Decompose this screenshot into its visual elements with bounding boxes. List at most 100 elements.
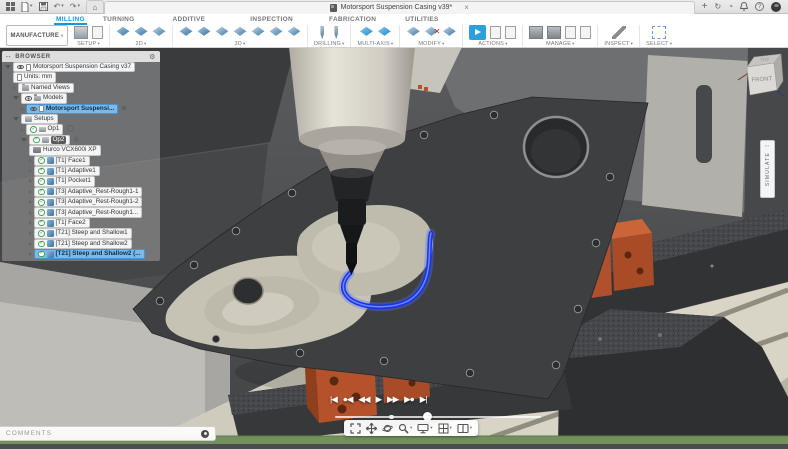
browser-row-motorsport-suspensi[interactable]: Motorsport Suspensi... ⊗ xyxy=(2,103,160,114)
tool-library-icon[interactable] xyxy=(529,26,544,39)
2d-pocket-icon[interactable] xyxy=(134,26,148,36)
group-label-3d[interactable]: 3D ▾ xyxy=(235,41,246,47)
tri-open-icon[interactable] xyxy=(13,96,19,101)
view-cube[interactable]: FRONT TOP xyxy=(736,50,786,109)
check-icon[interactable] xyxy=(38,230,45,237)
group-label-setup[interactable]: SETUP ▾ xyxy=(77,41,100,47)
redo-icon[interactable]: ↷ ▾ xyxy=(70,2,80,11)
file-menu-icon[interactable]: ▾ xyxy=(21,1,33,12)
browser-row-t21-steep-and-shallow2[interactable]: [T21] Steep and Shallow2 xyxy=(2,238,160,250)
linking-icon[interactable] xyxy=(442,26,456,36)
simulate-panel-collapsed[interactable]: ▪▪ SIMULATE xyxy=(760,140,775,198)
check-icon[interactable] xyxy=(38,209,45,216)
tab-milling[interactable]: MILLING xyxy=(54,14,87,25)
viewcube-top-label[interactable]: TOP xyxy=(760,57,770,63)
simulate-icon[interactable] xyxy=(469,25,487,40)
step-back-button[interactable]: ◀◀ xyxy=(358,395,370,404)
workspace-selector[interactable]: MANUFACTURE ▾ xyxy=(6,25,68,46)
user-avatar[interactable] xyxy=(771,1,781,12)
scallop-icon[interactable] xyxy=(251,26,265,36)
browser-row-op2[interactable]: Op2 ◎ xyxy=(2,134,160,146)
new-document-tab-icon[interactable]: + xyxy=(702,1,708,12)
nc-program-icon[interactable] xyxy=(92,26,103,39)
check-icon[interactable] xyxy=(38,167,45,175)
tab-utilities[interactable]: UTILITIES xyxy=(403,14,440,25)
group-label-inspect[interactable]: INSPECT ▾ xyxy=(604,41,633,47)
play-button[interactable]: ▶ xyxy=(376,395,382,404)
viewports-icon[interactable]: ▾ xyxy=(457,423,472,434)
browser-row-t1-adaptive1[interactable]: [T1] Adaptive1 xyxy=(2,165,160,177)
data-panel-icon[interactable] xyxy=(6,2,15,11)
measure-icon[interactable] xyxy=(611,26,626,39)
drill-icon[interactable] xyxy=(320,26,325,39)
browser-row-models[interactable]: Models xyxy=(2,93,160,104)
notifications-bell-icon[interactable] xyxy=(740,2,748,11)
adaptive-clearing-icon[interactable] xyxy=(179,26,193,36)
check-icon[interactable] xyxy=(38,157,45,164)
arrow-icon[interactable] xyxy=(29,221,32,226)
multi-axis-contour-icon[interactable] xyxy=(377,26,391,36)
browser-row-t1-face1[interactable]: [T1] Face1 xyxy=(2,155,160,166)
browser-row-t3-adaptive-rest-rough1-1[interactable]: [T3] Adaptive_Rest-Rough1-1 xyxy=(2,186,160,198)
comments-bar[interactable]: COMMENTS xyxy=(0,426,216,441)
spiral-icon[interactable] xyxy=(269,26,283,36)
browser-row-t3-adaptive-rest-rough1-2[interactable]: [T3] Adaptive_Rest-Rough1-2 xyxy=(2,197,160,208)
check-icon[interactable] xyxy=(38,219,45,227)
tab-inspection[interactable]: INSPECTION xyxy=(248,14,295,25)
comment-bubble-icon[interactable] xyxy=(201,429,209,438)
arrow-icon[interactable] xyxy=(21,127,24,132)
check-icon[interactable] xyxy=(38,240,45,248)
browser-row-setups[interactable]: Setups xyxy=(2,113,160,125)
circular-icon[interactable] xyxy=(334,26,339,39)
eye-icon[interactable] xyxy=(17,64,24,70)
post-process-icon[interactable] xyxy=(490,26,502,39)
machine-library-icon[interactable] xyxy=(547,26,562,39)
arrow-icon[interactable] xyxy=(29,158,32,163)
browser-dock-icon[interactable]: ▪▪ xyxy=(6,54,11,59)
previous-operation-button[interactable]: ●◀ xyxy=(343,395,354,404)
fit-icon[interactable] xyxy=(350,422,361,434)
browser-row-trailing-icon[interactable]: ◯ xyxy=(66,126,73,133)
home-tab[interactable]: ⌂ xyxy=(85,0,104,13)
simulate-panel-handle[interactable]: ▪▪ xyxy=(765,144,770,148)
orbit-icon[interactable] xyxy=(382,423,393,434)
generate-toolpath-icon[interactable] xyxy=(565,26,577,39)
window-select-icon[interactable] xyxy=(652,26,667,39)
job-status-icon[interactable]: ◔ xyxy=(728,2,733,11)
undo-icon[interactable]: ↶ ▾ xyxy=(54,2,64,11)
group-label-actions[interactable]: ACTIONS ▾ xyxy=(478,41,507,47)
eye-icon[interactable] xyxy=(25,96,32,101)
arrow-icon[interactable] xyxy=(29,200,32,205)
eye-icon[interactable] xyxy=(30,106,37,111)
arrow-icon[interactable] xyxy=(21,106,24,111)
zoom-icon[interactable]: ▾ xyxy=(398,423,412,434)
clear-toolpath-icon[interactable] xyxy=(580,26,592,39)
tri-open-icon[interactable] xyxy=(13,117,19,122)
sync-status-icon[interactable]: ↻ xyxy=(714,2,721,11)
help-icon[interactable]: ? xyxy=(755,2,764,11)
delete-passes-icon[interactable] xyxy=(424,26,441,39)
horizontal-icon[interactable] xyxy=(215,26,229,36)
morphed-spiral-icon[interactable] xyxy=(287,26,301,36)
setup-sheet-icon[interactable] xyxy=(505,26,517,39)
browser-row-named-views[interactable]: Named Views xyxy=(2,82,160,94)
arrow-icon[interactable] xyxy=(29,241,32,246)
2d-contour-icon[interactable] xyxy=(152,26,166,36)
arrow-icon[interactable] xyxy=(29,189,32,194)
close-document-icon[interactable]: × xyxy=(464,3,469,12)
arrow-icon[interactable] xyxy=(29,169,32,174)
check-icon[interactable] xyxy=(38,251,45,258)
browser-row-motorsport-suspension-casing-v[interactable]: Motorsport Suspension Casing v37 xyxy=(2,62,160,73)
browser-row-hurco-vcx600i-xp[interactable]: Hurco VCX600i XP xyxy=(2,145,160,156)
browser-row-t21-steep-and-shallow2[interactable]: [T21] Steep and Shallow2 (... xyxy=(2,249,160,260)
step-forward-button[interactable]: ▶▶ xyxy=(387,395,399,404)
browser-row-t21-steep-and-shallow1[interactable]: [T21] Steep and Shallow1 xyxy=(2,228,160,239)
group-label-2d[interactable]: 2D ▾ xyxy=(136,41,147,47)
browser-row-trailing-icon[interactable]: ⊗ xyxy=(121,105,126,113)
tri-open-icon[interactable] xyxy=(21,137,27,142)
check-icon[interactable] xyxy=(30,126,37,133)
arrow-icon[interactable] xyxy=(29,210,32,215)
check-icon[interactable] xyxy=(38,199,45,206)
browser-row-units-mm[interactable]: Units: mm xyxy=(2,72,160,83)
arrow-icon[interactable] xyxy=(13,85,16,90)
